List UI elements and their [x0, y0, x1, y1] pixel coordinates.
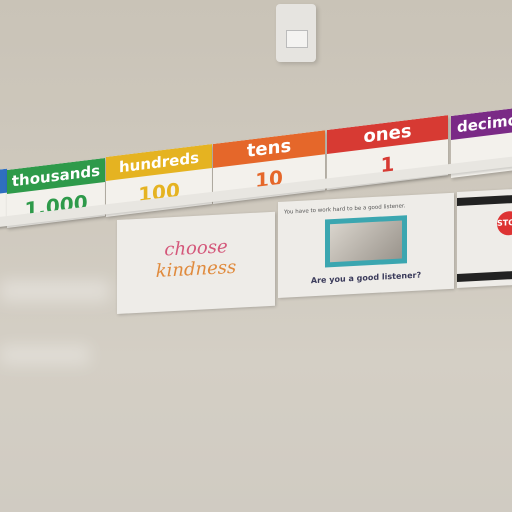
- poster-good-listener: You have to work hard to be a good liste…: [278, 192, 454, 298]
- smoke-detector: [276, 4, 316, 62]
- card-label: decimo: [451, 107, 512, 140]
- listener-photo: [325, 215, 407, 268]
- smoke-detector-window: [286, 30, 308, 48]
- poster-choose-kindness: choose kindness: [117, 211, 275, 314]
- light-glare: [0, 345, 90, 365]
- stop-sign: STO: [497, 210, 512, 236]
- poster-stop: STO: [457, 188, 512, 288]
- black-bar: [457, 194, 512, 206]
- black-bar: [457, 270, 512, 282]
- card-label: thousands: [7, 157, 105, 194]
- poster-question: Are you a good listener?: [310, 270, 422, 286]
- poster-caption: You have to work hard to be a good liste…: [284, 203, 406, 216]
- light-glare: [0, 280, 110, 302]
